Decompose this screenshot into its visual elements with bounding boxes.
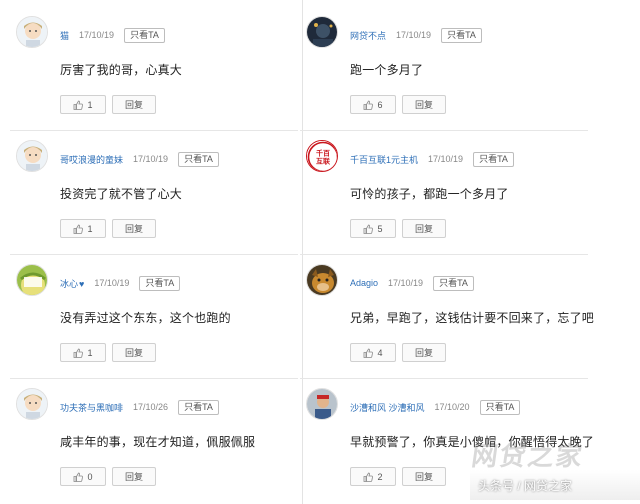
username[interactable]: 猫 <box>60 29 69 42</box>
comment-date: 17/10/19 <box>388 278 424 288</box>
username[interactable]: 网贷不点 <box>350 29 386 42</box>
thumbs-up-icon <box>74 348 84 358</box>
only-ta-button[interactable]: 只看TA <box>479 399 521 415</box>
comment-item: 猫 17/10/19 只看TA 厉害了我的哥，心真大 1 回复 <box>4 6 304 128</box>
avatar[interactable] <box>306 264 338 296</box>
like-count: 2 <box>377 471 383 482</box>
comment-item: 哥哎浪漫的童妹 17/10/19 只看TA 投资完了就不管了心大 1 回复 <box>4 130 304 252</box>
thumbs-up-icon <box>364 224 374 234</box>
like-count: 6 <box>377 99 383 110</box>
comment-item: 千百 互联 千百互联1元主机 17/10/19 只看TA 可怜的孩子，都跑一个多月… <box>294 130 594 252</box>
username[interactable]: 千百互联1元主机 <box>350 153 418 166</box>
thumbs-up-icon <box>74 100 84 110</box>
only-ta-button[interactable]: 只看TA <box>124 27 165 43</box>
like-count: 4 <box>377 347 383 358</box>
avatar-logo-text: 千百 <box>316 149 330 158</box>
comment-separator <box>10 378 298 379</box>
like-button[interactable]: 1 <box>60 219 106 238</box>
like-button[interactable]: 4 <box>350 343 396 362</box>
comment-separator <box>10 130 298 131</box>
comment-text: 没有弄过这个东东，这个也跑的 <box>60 311 231 325</box>
comment-date: 17/10/26 <box>133 402 169 412</box>
username[interactable]: Adagio <box>350 278 378 288</box>
watermark-logo: 网贷之家 <box>469 442 586 472</box>
only-ta-button[interactable]: 只看TA <box>441 27 482 43</box>
username[interactable]: 功夫茶与黑咖啡 <box>60 401 123 414</box>
comment-item: 冰心♥ 17/10/19 只看TA 没有弄过这个东东，这个也跑的 1 回复 <box>4 254 304 376</box>
comment-separator <box>300 130 588 131</box>
comment-date: 17/10/19 <box>396 30 432 40</box>
reply-button[interactable]: 回复 <box>402 467 446 486</box>
only-ta-button[interactable]: 只看TA <box>178 399 219 415</box>
like-count: 0 <box>87 471 93 482</box>
thumbs-up-icon <box>74 472 84 482</box>
comment-text: 咸丰年的事，现在才知道，佩服佩服 <box>60 435 256 449</box>
svg-text:互联: 互联 <box>316 157 331 166</box>
comment-date: 17/10/19 <box>428 154 464 164</box>
reply-button[interactable]: 回复 <box>402 219 446 238</box>
comment-date: 17/10/19 <box>79 30 115 40</box>
only-ta-button[interactable]: 只看TA <box>473 151 514 167</box>
like-button[interactable]: 6 <box>350 95 396 114</box>
comment-separator <box>10 254 298 255</box>
comment-separator <box>300 254 588 255</box>
comment-separator <box>300 378 588 379</box>
like-count: 5 <box>377 223 383 234</box>
like-button[interactable]: 1 <box>60 343 106 362</box>
like-button[interactable]: 2 <box>350 467 396 486</box>
reply-button[interactable]: 回复 <box>402 343 446 362</box>
avatar[interactable] <box>16 388 48 420</box>
reply-button[interactable]: 回复 <box>402 95 446 114</box>
like-count: 1 <box>87 347 93 358</box>
username[interactable]: 冰心♥ <box>60 277 84 290</box>
comment-text: 兄弟，早跑了，这钱估计要不回来了，忘了吧 <box>350 311 595 325</box>
like-button[interactable]: 1 <box>60 95 106 114</box>
reply-button[interactable]: 回复 <box>112 95 156 114</box>
comment-date: 17/10/20 <box>434 402 470 412</box>
username-text: 冰心 <box>60 278 79 289</box>
heart-icon: ♥ <box>79 278 85 289</box>
comment-item: 网贷不点 17/10/19 只看TA 跑一个多月了 6 回复 <box>294 6 594 128</box>
reply-button[interactable]: 回复 <box>112 343 156 362</box>
like-count: 1 <box>87 223 93 234</box>
avatar[interactable] <box>16 264 48 296</box>
like-button[interactable]: 0 <box>60 467 106 486</box>
username[interactable]: 沙漕和风 沙漕和风 <box>350 401 425 414</box>
reply-button[interactable]: 回复 <box>112 467 156 486</box>
username[interactable]: 哥哎浪漫的童妹 <box>60 153 123 166</box>
comment-item: Adagio 17/10/19 只看TA 兄弟，早跑了，这钱估计要不回来了，忘了… <box>294 254 594 376</box>
thumbs-up-icon <box>364 348 374 358</box>
reply-button[interactable]: 回复 <box>112 219 156 238</box>
avatar[interactable]: 千百 互联 <box>306 140 338 172</box>
only-ta-button[interactable]: 只看TA <box>178 151 219 167</box>
comment-date: 17/10/19 <box>133 154 169 164</box>
watermark-text: 头条号 / 网贷之家 <box>478 479 573 493</box>
thumbs-up-icon <box>364 472 374 482</box>
only-ta-button[interactable]: 只看TA <box>433 275 474 291</box>
like-count: 1 <box>87 99 93 110</box>
comment-text: 可怜的孩子，都跑一个多月了 <box>350 187 509 201</box>
comment-grid: 猫 17/10/19 只看TA 厉害了我的哥，心真大 1 回复 哥哎浪漫的童妹 … <box>0 0 640 504</box>
comment-text: 投资完了就不管了心大 <box>60 187 183 201</box>
comment-text: 跑一个多月了 <box>350 63 424 77</box>
avatar[interactable] <box>306 388 338 420</box>
thumbs-up-icon <box>74 224 84 234</box>
thumbs-up-icon <box>364 100 374 110</box>
avatar[interactable] <box>16 140 48 172</box>
avatar[interactable] <box>16 16 48 48</box>
comment-text: 厉害了我的哥，心真大 <box>60 63 183 77</box>
like-button[interactable]: 5 <box>350 219 396 238</box>
comment-item: 功夫茶与黑咖啡 17/10/26 只看TA 咸丰年的事，现在才知道，佩服佩服 0… <box>4 378 304 500</box>
avatar[interactable] <box>306 16 338 48</box>
comment-date: 17/10/19 <box>94 278 130 288</box>
only-ta-button[interactable]: 只看TA <box>139 275 181 291</box>
